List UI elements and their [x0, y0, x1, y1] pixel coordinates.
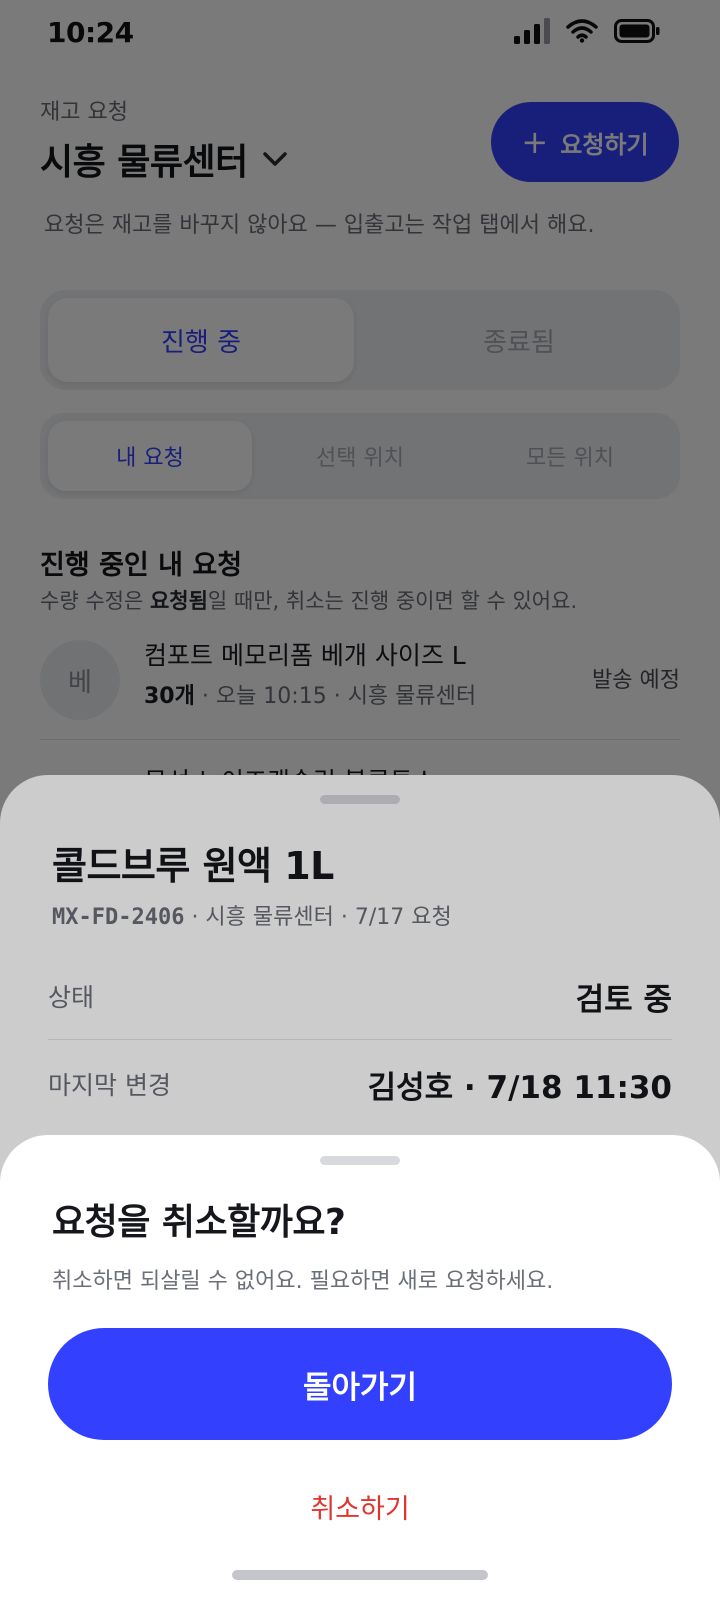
go-back-button[interactable]: 돌아가기 — [48, 1328, 672, 1440]
confirm-title: 요청을 취소할까요? — [52, 1202, 346, 1243]
confirm-description: 취소하면 되살릴 수 없어요. 필요하면 새로 요청하세요. — [52, 1269, 554, 1294]
home-indicator — [232, 1570, 488, 1580]
cancel-request-button[interactable]: 취소하기 — [0, 1487, 720, 1526]
cancel-confirm-sheet: 요청을 취소할까요? 취소하면 되살릴 수 없어요. 필요하면 새로 요청하세요… — [0, 1135, 720, 1600]
sheet-grabber[interactable] — [320, 1156, 400, 1165]
